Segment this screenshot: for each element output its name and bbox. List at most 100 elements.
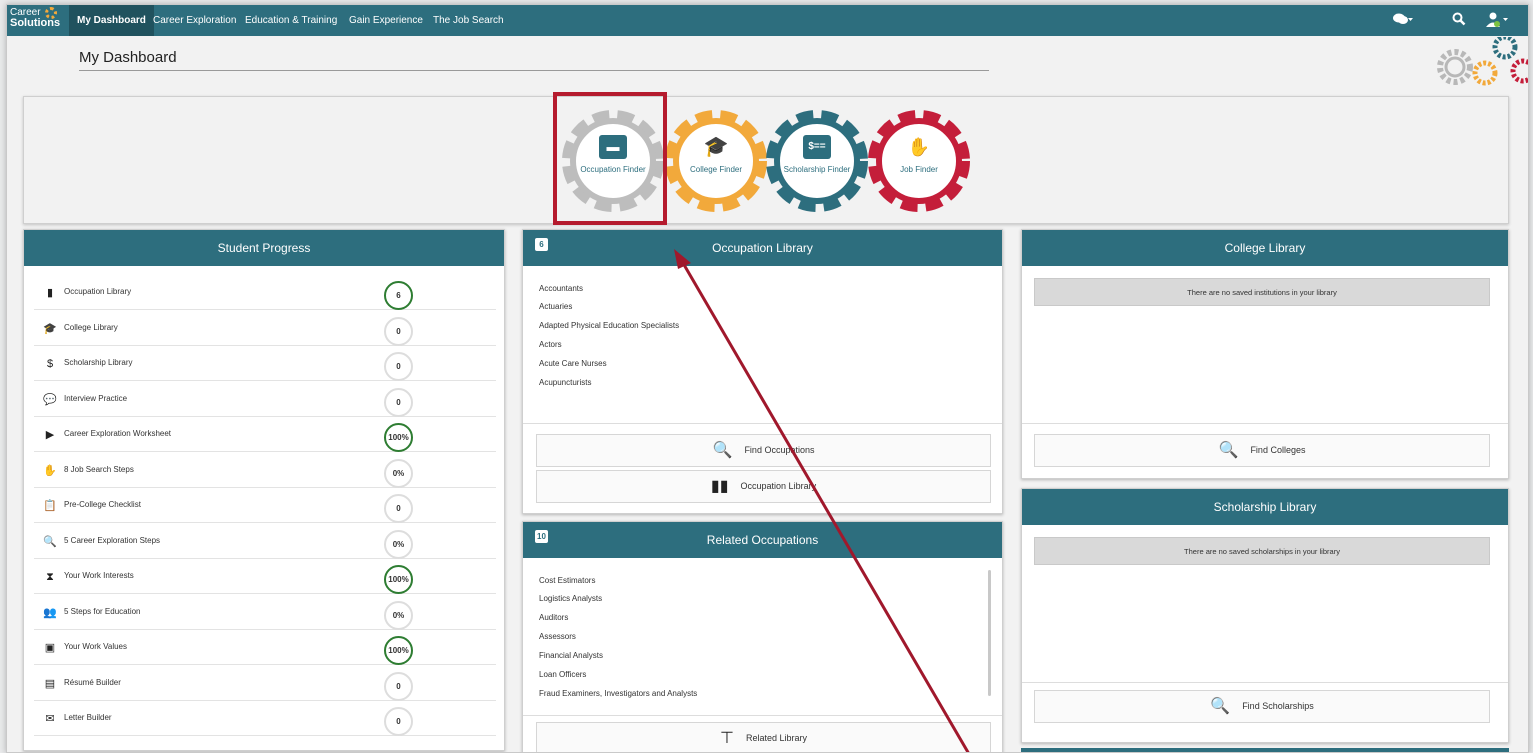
- chat-icon: 💬: [43, 393, 57, 406]
- progress-value-circle: 0: [384, 707, 413, 736]
- progress-row[interactable]: $ Scholarship Library 0: [34, 346, 496, 381]
- job-finder-button[interactable]: ✋ Job Finder: [867, 109, 971, 213]
- list-item[interactable]: Actors: [539, 340, 562, 349]
- occupation-count-badge: 6: [535, 238, 548, 251]
- search-icon: 🔍: [43, 535, 57, 548]
- gear-icon: [45, 7, 57, 19]
- badge-icon: ▣: [44, 642, 56, 654]
- chat-icon[interactable]: [1392, 12, 1414, 29]
- progress-row-label: Your Work Interests: [64, 571, 134, 580]
- play-circle-icon: ▶: [45, 429, 55, 441]
- progress-row-label: Occupation Library: [64, 287, 132, 296]
- find-occupations-button[interactable]: 🔍 Find Occupations: [536, 434, 991, 467]
- briefcase-icon: ▮▮: [710, 478, 729, 496]
- related-library-label: Related Library: [745, 733, 807, 743]
- graduation-cap-icon: 🎓: [703, 136, 729, 158]
- search-icon: 🔍: [1218, 442, 1239, 460]
- nav-career-exploration[interactable]: Career Exploration: [145, 5, 244, 36]
- list-item[interactable]: Auditors: [539, 613, 568, 622]
- progress-row-label: College Library: [64, 322, 118, 332]
- progress-row[interactable]: ▤ Résumé Builder 0: [34, 666, 496, 701]
- search-icon: 🔍: [1210, 698, 1231, 716]
- find-scholarships-label: Find Scholarships: [1242, 701, 1314, 711]
- occupation-library-panel: 6 Occupation Library Accountants Actuari…: [522, 229, 1003, 514]
- find-colleges-label: Find Colleges: [1250, 445, 1306, 455]
- progress-value-circle: 0: [384, 387, 413, 417]
- find-scholarships-button[interactable]: 🔍 Find Scholarships: [1034, 690, 1490, 723]
- progress-row[interactable]: ✋ 8 Job Search Steps 0%: [34, 453, 496, 488]
- list-item[interactable]: Cost Estimators: [539, 576, 595, 585]
- graduation-cap-icon: 🎓: [43, 322, 57, 335]
- page-title: My Dashboard: [79, 49, 177, 66]
- briefcase-icon: ▮: [46, 287, 54, 299]
- list-item[interactable]: Acute Care Nurses: [539, 359, 607, 368]
- progress-row-label: 8 Job Search Steps: [64, 464, 134, 474]
- find-colleges-button[interactable]: 🔍 Find Colleges: [1034, 434, 1490, 467]
- find-occupations-label: Find Occupations: [744, 445, 815, 455]
- occupation-library-title: Occupation Library: [712, 241, 813, 255]
- scholarship-empty-message: There are no saved scholarships in your …: [1034, 537, 1490, 565]
- list-item[interactable]: Adapted Physical Education Specialists: [539, 321, 679, 330]
- related-occupations-title: Related Occupations: [706, 533, 819, 547]
- progress-row-label: Interview Practice: [64, 393, 128, 403]
- progress-row-label: 5 Career Exploration Steps: [64, 535, 161, 545]
- top-navbar: Career Solutions My Dashboard Career Exp…: [7, 5, 1528, 36]
- progress-row[interactable]: 💬 Interview Practice 0: [34, 382, 496, 417]
- progress-row[interactable]: ▮ Occupation Library 6: [34, 275, 496, 310]
- progress-value-circle: 0%: [384, 529, 413, 559]
- progress-value-circle: 100%: [384, 565, 413, 594]
- search-icon[interactable]: [1452, 12, 1466, 29]
- progress-row[interactable]: ▶ Career Exploration Worksheet 100%: [34, 417, 496, 452]
- progress-row[interactable]: 👥 5 Steps for Education 0%: [34, 595, 496, 630]
- nav-my-dashboard[interactable]: My Dashboard: [69, 5, 154, 36]
- occupation-library-header: 6 Occupation Library: [523, 230, 1002, 266]
- college-library-panel: College Library There are no saved insti…: [1021, 229, 1509, 479]
- list-item[interactable]: Logistics Analysts: [539, 594, 602, 603]
- progress-row[interactable]: 📋 Pre-College Checklist 0: [34, 488, 496, 523]
- progress-row-label: Your Work Values: [64, 642, 127, 651]
- list-item[interactable]: Accountants: [539, 284, 583, 293]
- college-finder-button[interactable]: 🎓 College Finder: [664, 109, 768, 213]
- occupation-library-button[interactable]: ▮▮ Occupation Library: [536, 470, 991, 503]
- nav-education-training[interactable]: Education & Training: [237, 5, 345, 36]
- progress-value-circle: 0%: [384, 458, 413, 488]
- list-item[interactable]: Assessors: [539, 632, 576, 641]
- list-item[interactable]: Loan Officers: [539, 670, 586, 679]
- related-occupations-header: 10 Related Occupations: [523, 522, 1002, 558]
- users-icon: 👥: [43, 606, 57, 619]
- next-panel-header: [1021, 748, 1509, 752]
- progress-value-circle: 0: [384, 316, 413, 346]
- highlight-box: [553, 92, 667, 225]
- file-icon: ▤: [44, 677, 56, 690]
- progress-row-label: Pre-College Checklist: [64, 500, 141, 509]
- student-progress-panel: Student Progress ▮ Occupation Library 6 🎓 Co…: [23, 229, 505, 751]
- progress-row[interactable]: ✉ Letter Builder 0: [34, 701, 496, 736]
- scholarship-library-panel: Scholarship Library There are no saved s…: [1021, 488, 1509, 743]
- handshake-icon: ✋: [907, 137, 931, 157]
- scholarship-finder-button[interactable]: $== Scholarship Finder: [765, 109, 869, 213]
- progress-value-circle: 0: [384, 671, 413, 701]
- handshake-icon: ✋: [43, 464, 57, 477]
- nav-gain-experience[interactable]: Gain Experience: [341, 5, 431, 36]
- nav-job-search[interactable]: The Job Search: [425, 5, 512, 36]
- progress-row[interactable]: 🔍 5 Career Exploration Steps 0%: [34, 524, 496, 559]
- college-library-title: College Library: [1022, 230, 1508, 266]
- list-item[interactable]: Financial Analysts: [539, 651, 603, 660]
- career-solutions-logo[interactable]: Career Solutions: [10, 7, 65, 34]
- progress-value-circle: 100%: [384, 423, 413, 452]
- related-scrollbar[interactable]: [988, 570, 991, 696]
- progress-row[interactable]: ⧗ Your Work Interests 100%: [34, 559, 496, 594]
- progress-value-circle: 6: [384, 281, 413, 310]
- progress-row[interactable]: ▣ Your Work Values 100%: [34, 630, 496, 665]
- user-icon[interactable]: [1485, 12, 1509, 31]
- progress-row-label: Résumé Builder: [64, 677, 121, 687]
- money-icon: $: [46, 358, 54, 370]
- progress-value-circle: 0%: [384, 600, 413, 630]
- hourglass-icon: ⧗: [46, 571, 54, 583]
- related-library-button[interactable]: ⊤ Related Library: [536, 722, 991, 752]
- progress-row[interactable]: 🎓 College Library 0: [34, 311, 496, 346]
- list-item[interactable]: Fraud Examiners, Investigators and Analy…: [539, 689, 697, 698]
- list-item[interactable]: Actuaries: [539, 302, 572, 311]
- progress-row-label: 5 Steps for Education: [64, 606, 141, 616]
- list-item[interactable]: Acupuncturists: [539, 378, 591, 387]
